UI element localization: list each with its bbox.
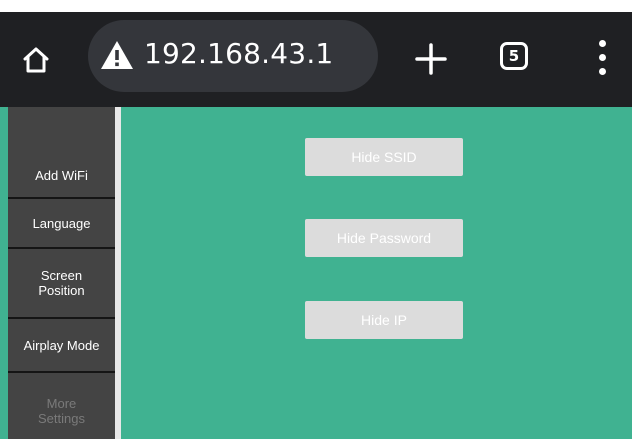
sidebar-item-label: Airplay Mode [23,337,100,353]
sidebar-item-language[interactable]: Language [8,199,115,247]
address-bar[interactable]: 192.168.43.1 [88,20,378,92]
sidebar-item-screen-position[interactable]: Screen Position [8,249,115,317]
sidebar-item-more-settings[interactable]: More Settings [8,373,115,439]
sidebar-item-label: Screen Position [38,268,85,298]
url-text[interactable]: 192.168.43.1 [144,37,333,70]
sidebar-border [115,107,121,439]
settings-page: Add WiFi Language Screen Position Airpla… [0,107,632,439]
home-icon [23,47,49,73]
tab-count: 5 [508,47,520,65]
settings-sidebar: Add WiFi Language Screen Position Airpla… [8,107,115,439]
device-screen: 192.168.43.1 5 Add WiFi Language Screen … [0,12,632,439]
tab-switcher-icon[interactable]: 5 [500,42,528,70]
sidebar-item-add-wifi[interactable]: Add WiFi [8,153,115,197]
hide-password-button[interactable]: Hide Password [305,219,463,257]
browser-toolbar: 192.168.43.1 5 [0,12,632,107]
new-tab-plus-icon[interactable] [412,40,450,78]
sidebar-item-label: Add WiFi [35,167,88,183]
home-button[interactable] [18,42,54,78]
sidebar-item-airplay-mode[interactable]: Airplay Mode [8,319,115,371]
sidebar-item-label: More Settings [38,396,85,426]
more-menu-icon[interactable] [592,40,612,76]
sidebar-item-label: Language [32,215,91,231]
not-secure-warning-icon[interactable] [100,40,134,70]
hide-ssid-button[interactable]: Hide SSID [305,138,463,176]
hide-ip-button[interactable]: Hide IP [305,301,463,339]
